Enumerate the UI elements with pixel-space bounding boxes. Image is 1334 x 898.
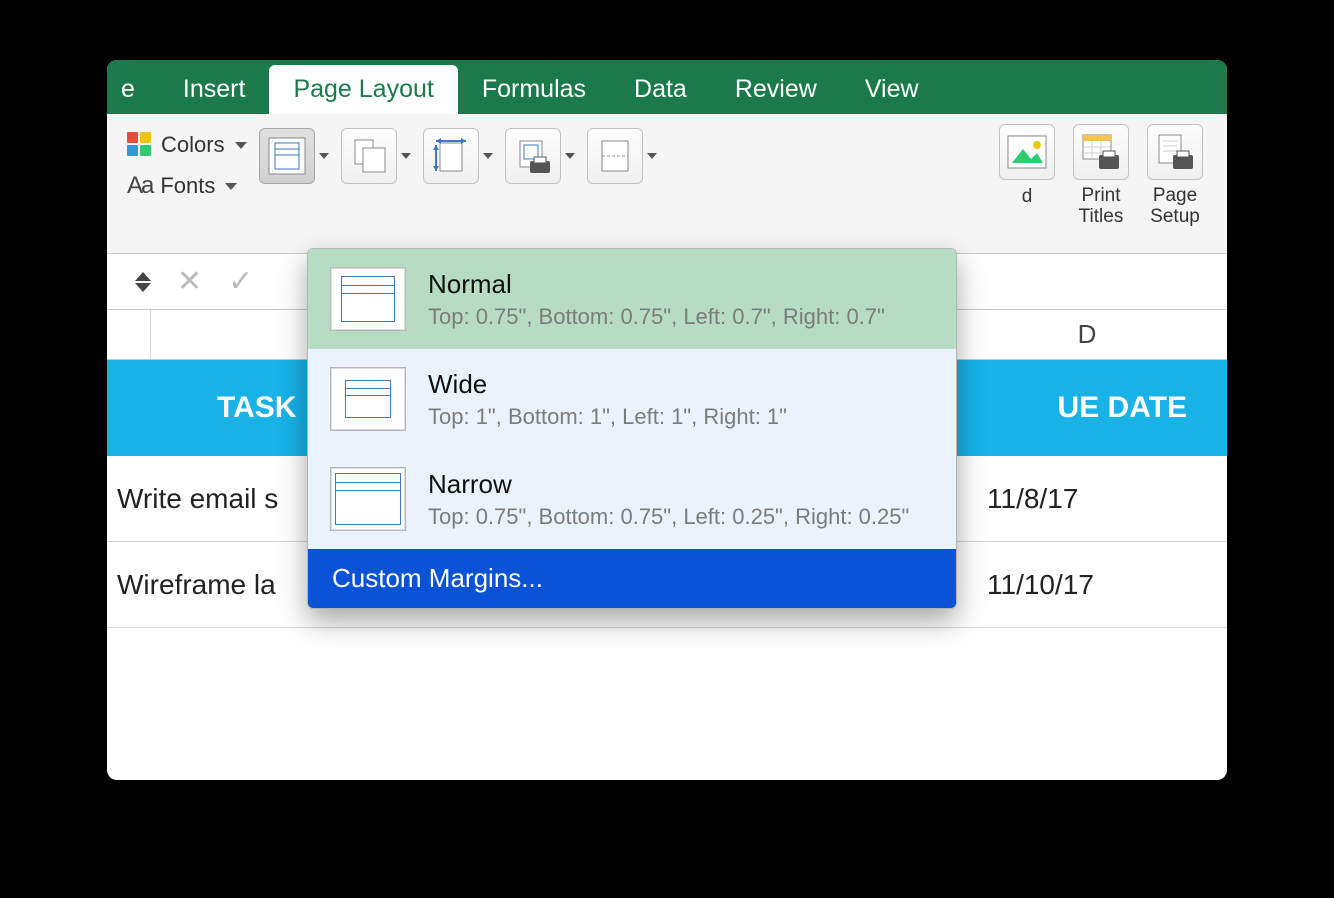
app-window: e Insert Page Layout Formulas Data Revie… [107, 60, 1227, 780]
chevron-down-icon [401, 153, 411, 159]
margins-option-narrow[interactable]: Narrow Top: 0.75", Bottom: 0.75", Left: … [308, 449, 956, 549]
chevron-down-icon [565, 153, 575, 159]
tab-page-layout[interactable]: Page Layout [269, 65, 457, 114]
margins-wide-icon [330, 367, 406, 431]
chevron-down-icon [319, 153, 329, 159]
name-box-stepper[interactable] [135, 272, 151, 292]
margins-option-sub: Top: 0.75", Bottom: 0.75", Left: 0.25", … [428, 504, 909, 530]
margins-option-title: Wide [428, 369, 787, 400]
print-area-button[interactable] [505, 128, 575, 184]
orientation-button[interactable] [341, 128, 411, 184]
colors-dropdown[interactable]: Colors [127, 132, 247, 158]
margins-option-sub: Top: 0.75", Bottom: 0.75", Left: 0.7", R… [428, 304, 885, 330]
tab-formulas[interactable]: Formulas [458, 65, 610, 114]
orientation-icon [350, 137, 388, 175]
margins-icon [268, 137, 306, 175]
size-icon [432, 137, 470, 175]
page-setup-icon [1155, 133, 1195, 171]
fonts-icon: Aa [127, 172, 152, 200]
cancel-icon[interactable]: ✕ [177, 264, 202, 299]
picture-icon [1007, 135, 1047, 169]
tab-insert[interactable]: Insert [159, 65, 270, 114]
themes-group: Colors Aa Fonts [127, 124, 247, 200]
cell-due: 11/10/17 [947, 542, 1227, 627]
breaks-button[interactable] [587, 128, 657, 184]
background-label-fragment: d [1022, 186, 1033, 208]
fonts-label: Fonts [160, 173, 215, 199]
margins-button[interactable] [259, 128, 329, 184]
tab-view[interactable]: View [841, 65, 943, 114]
breaks-icon [596, 137, 634, 175]
colors-icon [127, 132, 153, 158]
margins-option-wide[interactable]: Wide Top: 1", Bottom: 1", Left: 1", Righ… [308, 349, 956, 449]
ribbon-body: Colors Aa Fonts [107, 114, 1227, 254]
chevron-down-icon [647, 153, 657, 159]
print-titles-label-1: Print [1079, 186, 1124, 207]
header-due-date-fragment: UE DATE [947, 360, 1227, 456]
ribbon-right: d Print Title [999, 124, 1227, 228]
fonts-dropdown[interactable]: Aa Fonts [127, 172, 247, 200]
print-titles-button[interactable]: Print Titles [1073, 124, 1129, 228]
ribbon-tabs: e Insert Page Layout Formulas Data Revie… [107, 60, 1227, 114]
margins-custom-option[interactable]: Custom Margins... [308, 549, 956, 608]
chevron-down-icon [483, 153, 493, 159]
margins-dropdown-menu: Normal Top: 0.75", Bottom: 0.75", Left: … [307, 248, 957, 609]
chevron-down-icon [225, 183, 237, 190]
margins-normal-icon [330, 267, 406, 331]
page-setup-buttons [259, 124, 657, 184]
column-header-d[interactable]: D [947, 310, 1227, 359]
margins-option-title: Normal [428, 269, 885, 300]
tab-data[interactable]: Data [610, 65, 711, 114]
page-setup-label-1: Page [1150, 186, 1200, 207]
print-titles-icon [1081, 133, 1121, 171]
print-area-icon [514, 137, 552, 175]
chevron-down-icon [235, 142, 247, 149]
print-titles-label-2: Titles [1079, 207, 1124, 228]
page-setup-label-2: Setup [1150, 207, 1200, 228]
margins-narrow-icon [330, 467, 406, 531]
accept-icon[interactable]: ✓ [228, 264, 253, 299]
margins-option-normal[interactable]: Normal Top: 0.75", Bottom: 0.75", Left: … [308, 249, 956, 349]
tab-home-partial[interactable]: e [107, 65, 159, 114]
page-setup-button[interactable]: Page Setup [1147, 124, 1203, 228]
background-button-fragment[interactable]: d [999, 124, 1055, 228]
tab-review[interactable]: Review [711, 65, 841, 114]
cell-due: 11/8/17 [947, 456, 1227, 541]
margins-option-title: Narrow [428, 469, 909, 500]
margins-option-sub: Top: 1", Bottom: 1", Left: 1", Right: 1" [428, 404, 787, 430]
colors-label: Colors [161, 132, 225, 158]
size-button[interactable] [423, 128, 493, 184]
